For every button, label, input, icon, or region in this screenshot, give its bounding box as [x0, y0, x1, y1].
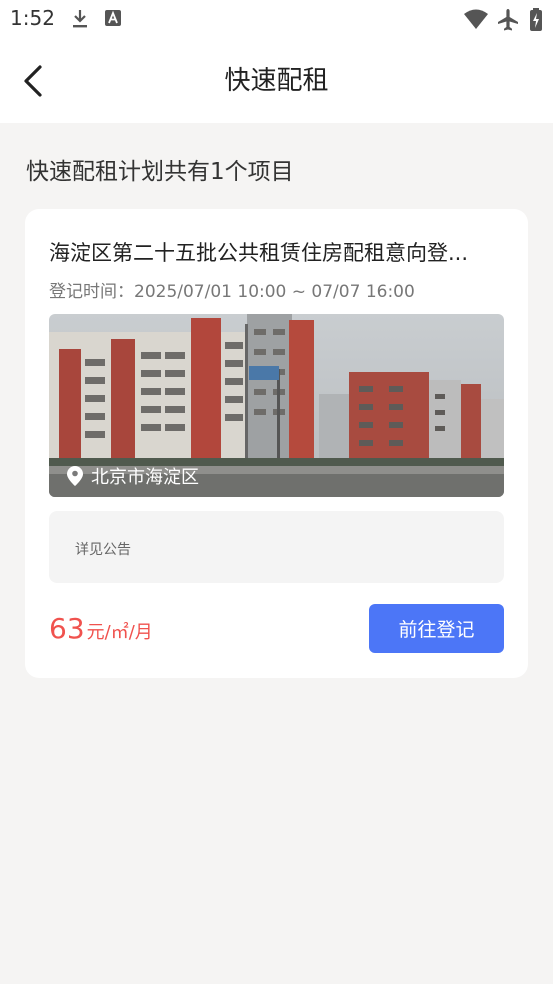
- status-bar: 1:52: [0, 0, 553, 40]
- price-value: 63: [49, 612, 85, 645]
- location-text: 北京市海淀区: [91, 467, 199, 488]
- location-pin-icon: [67, 466, 83, 486]
- project-title[interactable]: 海淀区第二十五批公共租赁住房配租意向登...: [49, 237, 505, 267]
- registration-time: 登记时间：2025/07/01 10:00 ~ 07/07 16:00: [49, 282, 415, 302]
- project-photo[interactable]: 北京市海淀区: [49, 314, 504, 497]
- battery-charging-icon: [530, 8, 542, 31]
- download-icon: [73, 10, 87, 28]
- register-button[interactable]: 前往登记: [369, 604, 504, 653]
- notice-box: 详见公告: [49, 511, 504, 583]
- page-title: 快速配租: [224, 66, 329, 96]
- wifi-icon: [464, 9, 488, 29]
- project-count-summary: 快速配租计划共有1个项目: [26, 159, 294, 185]
- airplane-icon: [498, 9, 518, 31]
- status-time: 1:52: [10, 6, 55, 30]
- location-tag: 北京市海淀区: [67, 463, 199, 489]
- notice-text: 详见公告: [75, 542, 131, 558]
- app-header: 快速配租: [0, 40, 553, 123]
- project-card[interactable]: 海淀区第二十五批公共租赁住房配租意向登... 登记时间：2025/07/01 1…: [25, 209, 528, 678]
- price-unit: 元/㎡/月: [86, 622, 153, 643]
- rent-price: 63 元/㎡/月: [49, 612, 153, 645]
- font-app-icon: [105, 10, 121, 26]
